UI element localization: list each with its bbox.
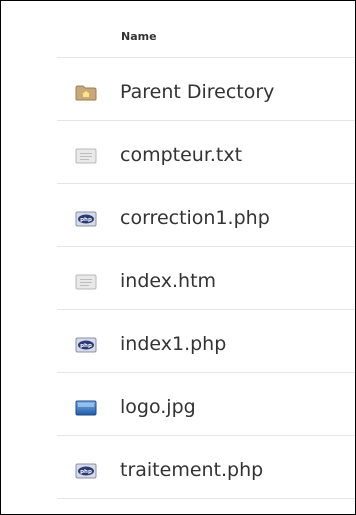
- file-row-index-htm[interactable]: index.htm: [57, 247, 355, 310]
- file-link[interactable]: correction1.php: [120, 207, 270, 229]
- directory-listing-window: Name Parent Directory compteur.txt php c…: [0, 0, 356, 515]
- php-file-icon: php: [75, 463, 97, 479]
- text-file-icon: [75, 274, 97, 290]
- name-column-header[interactable]: Name: [121, 30, 157, 43]
- file-link[interactable]: compteur.txt: [120, 144, 242, 166]
- file-row-parent-directory[interactable]: Parent Directory: [57, 58, 355, 121]
- folder-icon: [75, 85, 97, 101]
- file-row-compteur-txt[interactable]: compteur.txt: [57, 121, 355, 184]
- file-row-traitement-php[interactable]: php traitement.php: [57, 436, 355, 499]
- image-file-icon: [75, 400, 97, 416]
- file-link[interactable]: index.htm: [120, 270, 216, 292]
- file-link[interactable]: index1.php: [120, 333, 226, 355]
- file-row-logo-jpg[interactable]: logo.jpg: [57, 373, 355, 436]
- file-link[interactable]: logo.jpg: [120, 396, 196, 418]
- svg-text:php: php: [80, 217, 92, 223]
- file-listing: Name Parent Directory compteur.txt php c…: [57, 1, 355, 499]
- svg-text:php: php: [80, 469, 92, 475]
- file-row-index1-php[interactable]: php index1.php: [57, 310, 355, 373]
- php-file-icon: php: [75, 211, 97, 227]
- file-link[interactable]: traitement.php: [120, 459, 263, 481]
- php-file-icon: php: [75, 337, 97, 353]
- text-file-icon: [75, 148, 97, 164]
- file-row-correction1-php[interactable]: php correction1.php: [57, 184, 355, 247]
- file-link[interactable]: Parent Directory: [120, 81, 274, 103]
- listing-header: Name: [57, 1, 355, 58]
- svg-text:php: php: [80, 343, 92, 349]
